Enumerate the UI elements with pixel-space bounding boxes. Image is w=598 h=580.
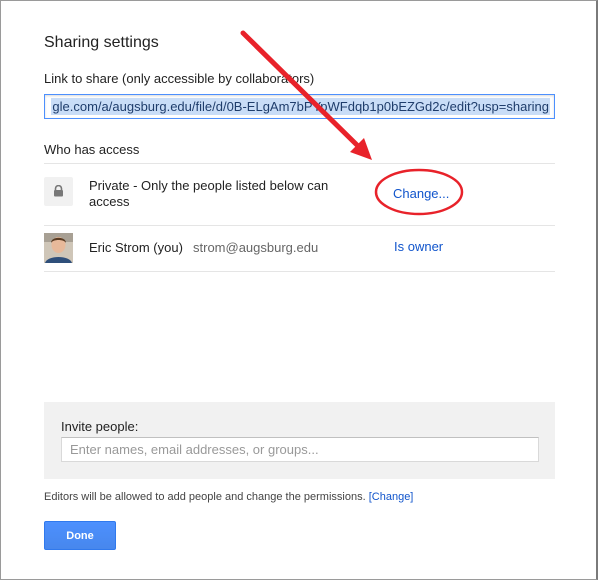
share-link-field[interactable]: gle.com/a/augsburg.edu/file/d/0B-ELgAm7b… xyxy=(44,94,555,119)
dialog-title: Sharing settings xyxy=(44,34,159,51)
permissions-note-text: Editors will be allowed to add people an… xyxy=(44,491,366,503)
invite-people-input[interactable] xyxy=(61,437,539,462)
change-visibility-link[interactable]: Change... xyxy=(393,186,449,201)
link-to-share-label: Link to share (only accessible by collab… xyxy=(44,71,315,86)
permissions-note: Editors will be allowed to add people an… xyxy=(44,491,413,503)
permissions-change-link[interactable]: [Change] xyxy=(369,491,414,503)
owner-email: strom@augsburg.edu xyxy=(193,240,319,255)
visibility-description: Private - Only the people listed below c… xyxy=(89,178,329,209)
invite-people-panel: Invite people: xyxy=(44,402,555,479)
lock-icon xyxy=(44,177,73,206)
done-button[interactable]: Done xyxy=(44,521,116,550)
divider xyxy=(44,271,555,272)
owner-name: Eric Strom (you) xyxy=(89,240,183,255)
divider xyxy=(44,163,555,164)
divider xyxy=(44,225,555,226)
who-has-access-label: Who has access xyxy=(44,142,140,157)
avatar xyxy=(44,233,73,263)
owner-role: Is owner xyxy=(394,239,444,254)
invite-people-label: Invite people: xyxy=(61,419,139,434)
share-link-text: gle.com/a/augsburg.edu/file/d/0B-ELgAm7b… xyxy=(51,98,550,115)
sharing-settings-dialog: Sharing settings Link to share (only acc… xyxy=(0,0,598,580)
